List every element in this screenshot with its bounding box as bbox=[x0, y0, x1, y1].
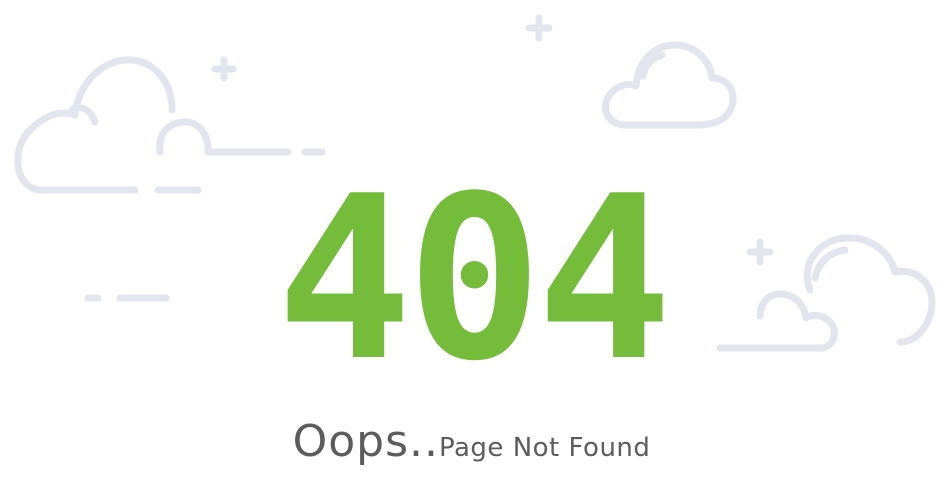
cloud-icon bbox=[602, 41, 737, 129]
page-not-found-text: Page Not Found bbox=[438, 433, 651, 463]
error-message: Oops..Page Not Found bbox=[0, 414, 943, 476]
plus-icon bbox=[525, 14, 553, 42]
oops-text: Oops.. bbox=[292, 416, 439, 467]
error-code: 404 bbox=[276, 148, 672, 411]
plus-icon bbox=[211, 56, 237, 82]
